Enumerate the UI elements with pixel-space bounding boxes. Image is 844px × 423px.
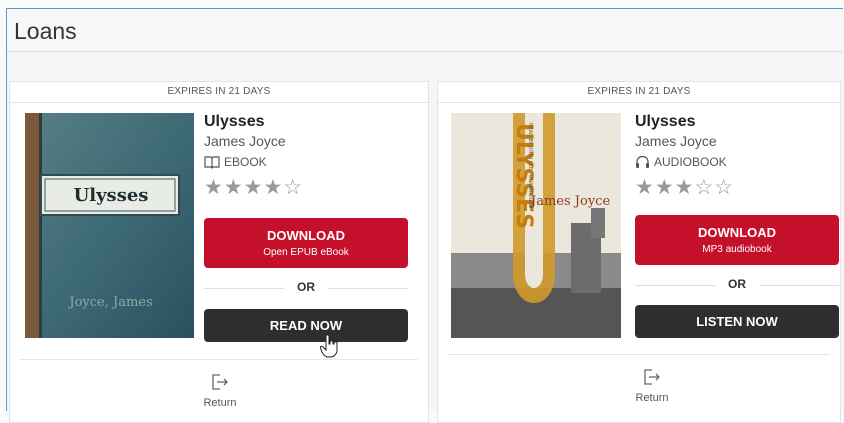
download-sublabel: Open EPUB eBook — [263, 247, 349, 258]
book-cover[interactable]: Ulysses Joyce, James — [25, 113, 194, 338]
cover-author-text: James Joyce — [529, 194, 610, 209]
card-divider — [448, 354, 830, 355]
book-cover[interactable]: ULYSSES James Joyce READ BY JOHN LEE · U… — [451, 113, 621, 338]
ebook-cover-art: Ulysses Joyce, James — [25, 113, 194, 338]
read-now-button[interactable]: READ NOW — [204, 309, 408, 342]
book-author[interactable]: James Joyce — [204, 133, 303, 149]
page-header: Loans — [7, 9, 843, 52]
loan-card-audiobook: EXPIRES IN 21 DAYS ULYSSES James Joyce R… — [437, 81, 841, 423]
loan-card-ebook: EXPIRES IN 21 DAYS Ulysses Joyce, James — [9, 81, 429, 423]
download-label: DOWNLOAD — [698, 225, 776, 240]
download-label: DOWNLOAD — [267, 228, 345, 243]
or-label: OR — [297, 280, 315, 294]
return-label: Return — [203, 397, 237, 409]
format-label: AUDIOBOOK — [654, 155, 727, 169]
return-icon — [644, 369, 660, 385]
expiry-label: EXPIRES IN 21 DAYS — [10, 82, 428, 103]
action-label: READ NOW — [269, 318, 343, 333]
book-title[interactable]: Ulysses — [635, 113, 734, 131]
star-rating[interactable]: ★★★☆☆ — [635, 175, 734, 200]
cover-title-text: Ulysses — [74, 185, 149, 206]
listen-now-button[interactable]: LISTEN NOW — [635, 305, 839, 338]
return-label: Return — [635, 392, 669, 404]
expiry-label: EXPIRES IN 21 DAYS — [438, 82, 840, 103]
card-divider — [20, 359, 418, 360]
book-icon — [204, 156, 220, 169]
or-label: OR — [728, 277, 746, 291]
download-button[interactable]: DOWNLOAD Open EPUB eBook — [204, 218, 408, 268]
cover-side-text: READ BY JOHN LEE · UNABRIDGED — [527, 123, 533, 209]
format-badge: EBOOK — [204, 155, 303, 169]
return-button[interactable]: Return — [190, 374, 250, 409]
book-meta: Ulysses James Joyce AUDIOBOOK ★★★☆☆ — [635, 113, 734, 200]
format-label: EBOOK — [224, 155, 267, 169]
cover-author-text: Joyce, James — [67, 295, 152, 310]
download-button[interactable]: DOWNLOAD MP3 audiobook — [635, 215, 839, 265]
book-meta: Ulysses James Joyce EBOOK ★★★★☆ — [204, 113, 303, 200]
page-title: Loans — [14, 18, 77, 44]
action-label: LISTEN NOW — [696, 314, 778, 329]
book-author[interactable]: James Joyce — [635, 133, 734, 149]
star-rating[interactable]: ★★★★☆ — [204, 175, 303, 200]
book-title[interactable]: Ulysses — [204, 113, 303, 131]
headphones-icon — [636, 155, 649, 168]
download-sublabel: MP3 audiobook — [702, 244, 772, 255]
hand-cursor-icon — [320, 334, 338, 358]
return-button[interactable]: Return — [622, 369, 682, 404]
or-separator: OR — [635, 277, 839, 293]
return-icon — [212, 374, 228, 390]
or-separator: OR — [204, 280, 408, 296]
loans-page: Loans EXPIRES IN 21 DAYS Ulysses Joyce, … — [6, 8, 843, 423]
format-badge: AUDIOBOOK — [635, 155, 734, 169]
audiobook-cover-art: ULYSSES James Joyce READ BY JOHN LEE · U… — [451, 113, 621, 338]
